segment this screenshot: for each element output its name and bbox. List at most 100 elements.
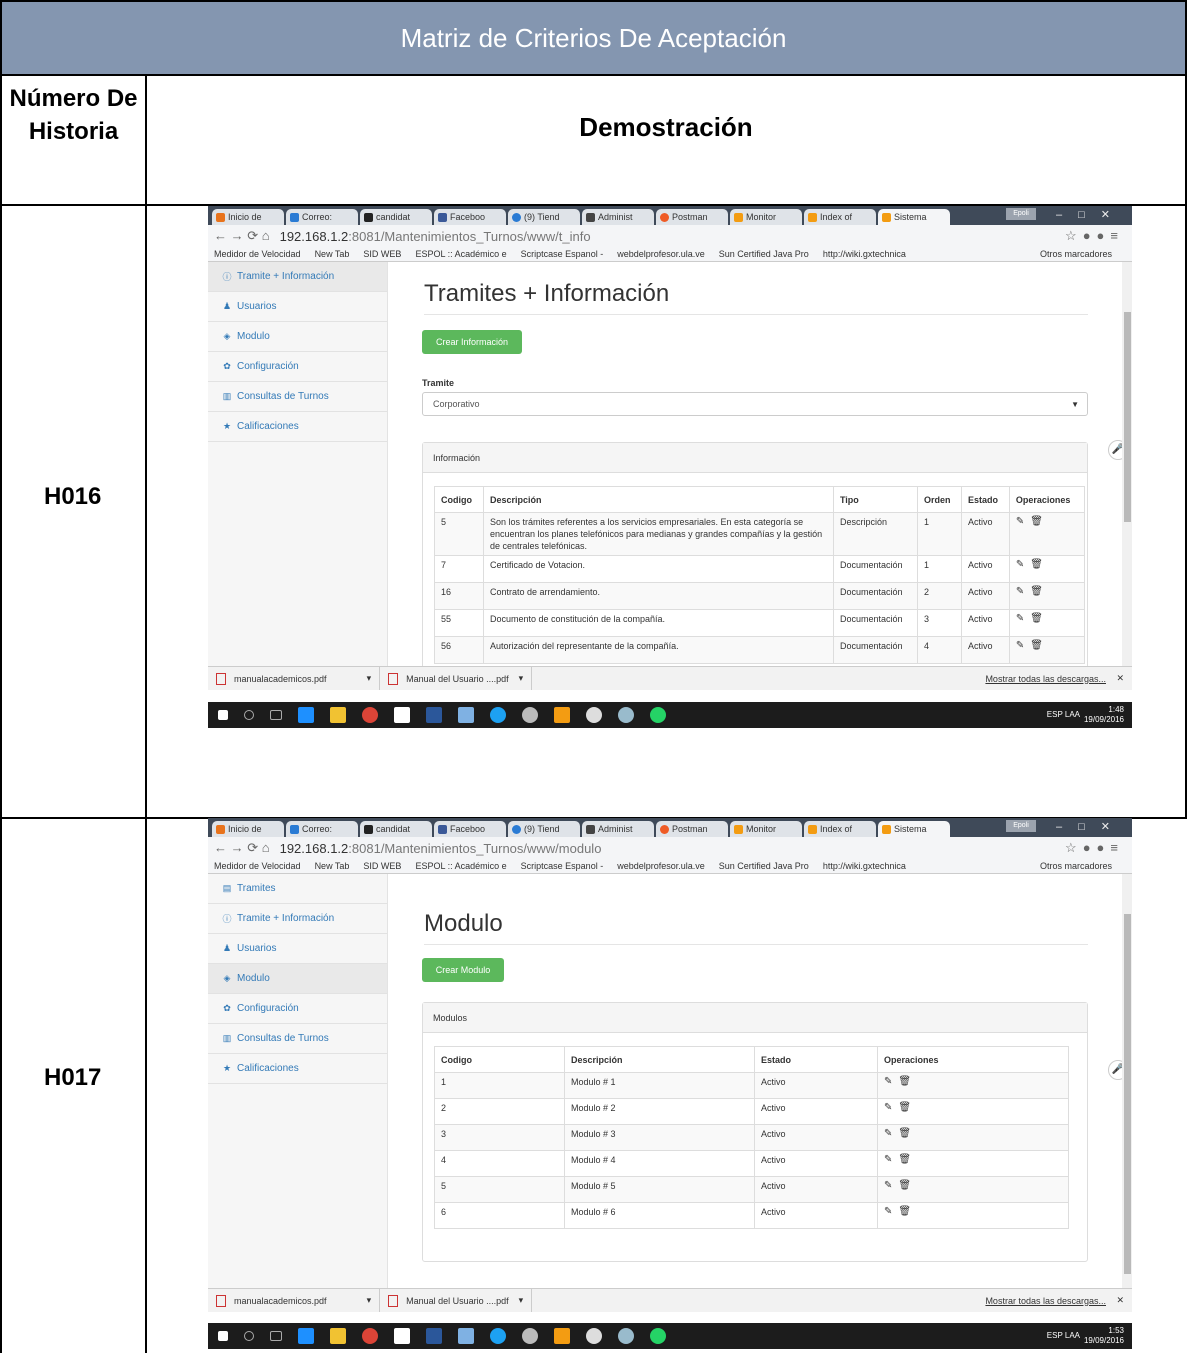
browser-tab[interactable]: Inicio de xyxy=(212,821,284,837)
bookmark-item[interactable]: Sun Certified Java Pro xyxy=(719,861,809,871)
download-item[interactable]: manualacademicos.pdf ▾ xyxy=(208,1289,381,1312)
bookmark-item[interactable]: New Tab xyxy=(315,249,350,259)
browser-tab[interactable]: Administ xyxy=(582,209,654,225)
trash-icon[interactable]: 🗑 xyxy=(898,1102,917,1113)
show-all-downloads-link[interactable]: Mostrar todas las descargas... xyxy=(985,1296,1106,1306)
store-icon[interactable] xyxy=(394,1328,410,1344)
chrome-icon[interactable] xyxy=(362,1328,378,1344)
scrollbar[interactable] xyxy=(1122,262,1132,666)
bookmark-item[interactable]: Scriptcase Espanol - xyxy=(521,861,604,871)
browser-extension-icons[interactable]: ☆●●≡ xyxy=(1065,840,1124,856)
task-view-icon[interactable] xyxy=(270,1331,282,1341)
browser-tab[interactable]: Postman xyxy=(656,209,728,225)
settings-app-icon[interactable] xyxy=(522,1328,538,1344)
app-icon[interactable] xyxy=(458,707,474,723)
xampp-icon[interactable] xyxy=(554,707,570,723)
edit-icon[interactable]: ✎ xyxy=(1016,640,1030,651)
bookmark-item[interactable]: ESPOL :: Académico e xyxy=(415,249,506,259)
sidebar-item-configuracion[interactable]: ✿ Configuración xyxy=(208,352,387,382)
bookmark-item[interactable]: ESPOL :: Académico e xyxy=(415,861,506,871)
trash-icon[interactable]: 🗑 xyxy=(898,1128,917,1139)
bookmark-item[interactable]: Medidor de Velocidad xyxy=(214,249,301,259)
app-icon[interactable] xyxy=(618,1328,634,1344)
sidebar-item-usuarios[interactable]: ♟ Usuarios xyxy=(208,292,387,322)
edit-icon[interactable]: ✎ xyxy=(1016,559,1030,570)
browser-tab[interactable]: Faceboo xyxy=(434,821,506,837)
browser-extension-icons[interactable]: ☆●●≡ xyxy=(1065,228,1124,244)
app-icon[interactable] xyxy=(490,1328,506,1344)
bookmark-item[interactable]: Scriptcase Espanol - xyxy=(521,249,604,259)
download-item[interactable]: Manual del Usuario ....pdf ▾ xyxy=(380,667,533,690)
search-icon[interactable] xyxy=(244,710,254,720)
other-bookmarks[interactable]: Otros marcadores xyxy=(1040,861,1112,871)
bookmark-item[interactable]: New Tab xyxy=(315,861,350,871)
store-icon[interactable] xyxy=(394,707,410,723)
tramite-select[interactable]: Corporativo ▼ xyxy=(422,392,1088,416)
trash-icon[interactable]: 🗑 xyxy=(898,1206,917,1217)
browser-tab[interactable]: Monitor xyxy=(730,209,802,225)
sidebar-item-consultas[interactable]: ▥ Consultas de Turnos xyxy=(208,382,387,412)
browser-tab[interactable]: Inicio de xyxy=(212,209,284,225)
browser-tab[interactable]: candidat xyxy=(360,821,432,837)
browser-tab[interactable]: candidat xyxy=(360,209,432,225)
edit-icon[interactable]: ✎ xyxy=(884,1128,898,1139)
word-icon[interactable] xyxy=(426,1328,442,1344)
search-icon[interactable] xyxy=(244,1331,254,1341)
bookmark-item[interactable]: Medidor de Velocidad xyxy=(214,861,301,871)
app-icon[interactable] xyxy=(458,1328,474,1344)
windows-start-icon[interactable] xyxy=(218,1331,228,1341)
browser-tab[interactable]: Correo: xyxy=(286,209,358,225)
whatsapp-icon[interactable] xyxy=(650,1328,666,1344)
window-controls[interactable]: –□✕ xyxy=(1056,208,1126,221)
bookmark-item[interactable]: SID WEB xyxy=(363,861,401,871)
xampp-icon[interactable] xyxy=(554,1328,570,1344)
scrollbar-thumb[interactable] xyxy=(1124,914,1131,1274)
trash-icon[interactable]: 🗑 xyxy=(1030,613,1049,624)
sidebar-item-calificaciones[interactable]: ★ Calificaciones xyxy=(208,412,387,442)
browser-tab[interactable]: Postman xyxy=(656,821,728,837)
close-icon[interactable]: ✕ xyxy=(1116,1295,1124,1306)
trash-icon[interactable]: 🗑 xyxy=(1030,516,1049,527)
settings-app-icon[interactable] xyxy=(522,707,538,723)
bookmark-item[interactable]: webdelprofesor.ula.ve xyxy=(617,249,705,259)
app-icon[interactable] xyxy=(618,707,634,723)
browser-tab[interactable]: Index of xyxy=(804,209,876,225)
profile-badge[interactable]: Epoli xyxy=(1006,208,1036,220)
bookmark-item[interactable]: webdelprofesor.ula.ve xyxy=(617,861,705,871)
address-bar[interactable]: ← → ⟳ ⌂ 192.168.1.2:8081/Mantenimientos_… xyxy=(208,225,1132,247)
edit-icon[interactable]: ✎ xyxy=(884,1102,898,1113)
create-info-button[interactable]: Crear Información xyxy=(422,330,522,354)
app-icon[interactable] xyxy=(490,707,506,723)
close-icon[interactable]: ✕ xyxy=(1116,673,1124,684)
address-bar[interactable]: ← → ⟳ ⌂ 192.168.1.2:8081/Mantenimientos_… xyxy=(208,837,1132,859)
chevron-down-icon[interactable]: ▾ xyxy=(367,1295,372,1306)
browser-tab[interactable]: Index of xyxy=(804,821,876,837)
bookmark-item[interactable]: SID WEB xyxy=(363,249,401,259)
create-module-button[interactable]: Crear Modulo xyxy=(422,958,504,982)
trash-icon[interactable]: 🗑 xyxy=(898,1180,917,1191)
profile-badge[interactable]: Epoli xyxy=(1006,820,1036,832)
browser-tab[interactable]: Correo: xyxy=(286,821,358,837)
sidebar-item-consultas[interactable]: ▥ Consultas de Turnos xyxy=(208,1024,387,1054)
edge-icon[interactable] xyxy=(298,707,314,723)
browser-tab[interactable]: Faceboo xyxy=(434,209,506,225)
sidebar-item-tramite-info[interactable]: ⓘ Tramite + Información xyxy=(208,262,387,292)
edit-icon[interactable]: ✎ xyxy=(884,1180,898,1191)
edit-icon[interactable]: ✎ xyxy=(1016,586,1030,597)
edit-icon[interactable]: ✎ xyxy=(884,1076,898,1087)
sidebar-item-modulo[interactable]: ◈ Modulo xyxy=(208,322,387,352)
bookmark-item[interactable]: Sun Certified Java Pro xyxy=(719,249,809,259)
browser-tab[interactable]: (9) Tiend xyxy=(508,821,580,837)
other-bookmarks[interactable]: Otros marcadores xyxy=(1040,249,1112,259)
trash-icon[interactable]: 🗑 xyxy=(1030,559,1049,570)
chevron-down-icon[interactable]: ▾ xyxy=(519,1295,524,1306)
sidebar-item-modulo[interactable]: ◈ Modulo xyxy=(208,964,387,994)
trash-icon[interactable]: 🗑 xyxy=(1030,586,1049,597)
browser-tab[interactable]: Monitor xyxy=(730,821,802,837)
edge-icon[interactable] xyxy=(298,1328,314,1344)
windows-start-icon[interactable] xyxy=(218,710,228,720)
whatsapp-icon[interactable] xyxy=(650,707,666,723)
bookmark-item[interactable]: http://wiki.gxtechnica xyxy=(823,249,906,259)
back-forward-reload-icon[interactable]: ← → ⟳ ⌂ xyxy=(214,840,270,856)
file-explorer-icon[interactable] xyxy=(330,1328,346,1344)
